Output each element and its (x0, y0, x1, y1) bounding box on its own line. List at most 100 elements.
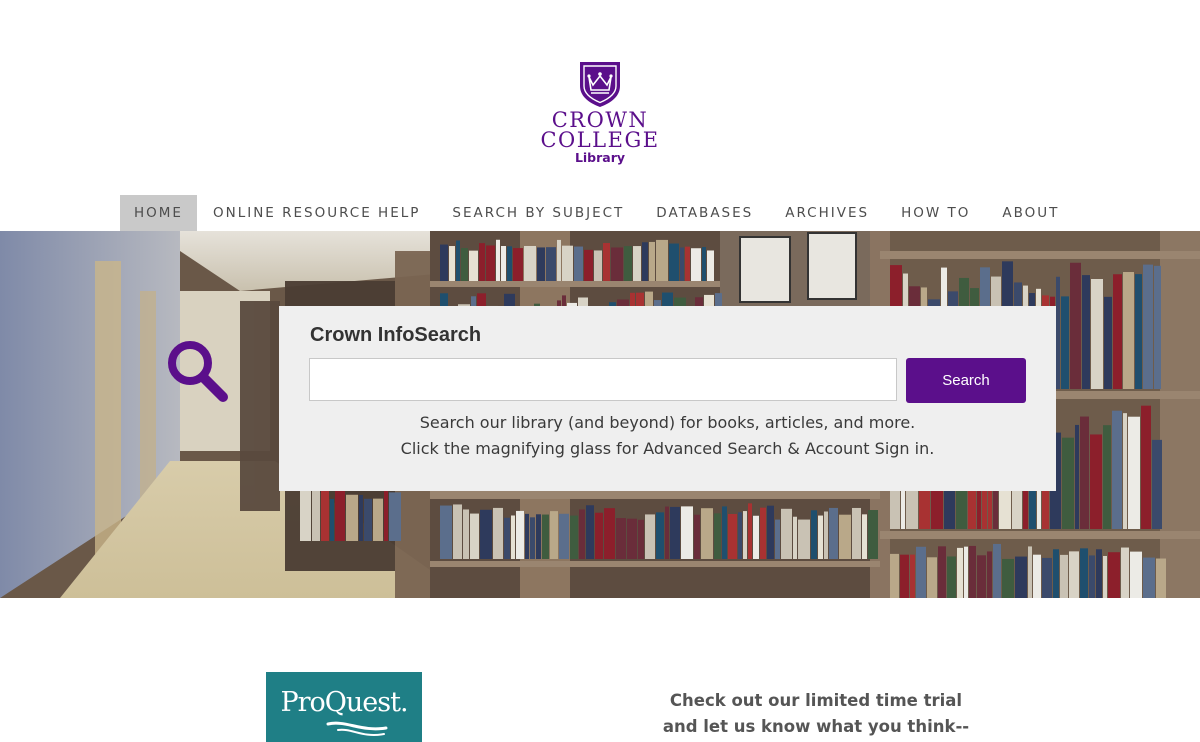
trial-message: Check out our limited time trial and let… (616, 688, 1016, 740)
book-spine (852, 507, 861, 559)
book-spine (839, 514, 851, 559)
book-spine (453, 504, 462, 559)
book-spine (364, 498, 372, 541)
book-spine (938, 546, 946, 598)
book-spine (681, 506, 693, 559)
search-panel: Crown InfoSearch Search Search our libra… (279, 306, 1056, 491)
book-spine (685, 246, 690, 281)
book-spine (1028, 546, 1032, 598)
search-input[interactable] (309, 358, 897, 401)
book-spine (496, 239, 500, 281)
book-spine (811, 510, 817, 559)
book-spine (957, 547, 963, 598)
book-spine (603, 243, 610, 281)
book-spine (748, 503, 752, 559)
book-spine (1156, 558, 1166, 598)
site-logo[interactable]: CROWN COLLEGE Library (0, 60, 1200, 165)
trial-line2: and let us know what you think-- (662, 717, 970, 736)
book-spine (927, 557, 937, 598)
book-spine (616, 518, 626, 559)
book-spine (642, 242, 648, 281)
logo-name-line2: COLLEGE (540, 128, 660, 152)
book-spine (493, 507, 503, 559)
book-spine (793, 516, 797, 559)
book-spine (550, 511, 558, 559)
nav-item-about[interactable]: ABOUT (986, 195, 1075, 231)
book-spine (738, 512, 742, 559)
book-spine (480, 509, 492, 559)
book-spine (574, 246, 583, 281)
book-spine (680, 247, 684, 281)
book-spine (760, 507, 766, 559)
book-spine (594, 250, 602, 281)
book-spine (1033, 554, 1041, 598)
book-spine (557, 239, 561, 281)
logo-sub: Library (574, 150, 626, 165)
book-spine (1061, 296, 1069, 389)
book-spine (1056, 276, 1060, 389)
book-spine (691, 248, 701, 281)
book-spine (670, 506, 680, 559)
book-spine (384, 486, 388, 541)
nav-item-how-to[interactable]: HOW TO (885, 195, 986, 231)
nav-item-archives[interactable]: ARCHIVES (769, 195, 885, 231)
main-nav: HOME ONLINE RESOURCE HELP SEARCH BY SUBJ… (120, 195, 1075, 231)
book-spine (775, 519, 780, 559)
book-spine (1143, 264, 1153, 389)
book-spine (335, 487, 345, 541)
search-desc-line2: Click the magnifying glass for Advanced … (400, 439, 935, 458)
search-button[interactable]: Search (906, 358, 1026, 403)
trial-line1: Check out our limited time trial (669, 691, 963, 710)
book-spine (900, 554, 909, 598)
book-spine (562, 245, 573, 281)
book-spine (486, 245, 495, 281)
book-spine (1080, 548, 1088, 598)
book-spine (1053, 549, 1059, 598)
nav-item-home[interactable]: HOME (120, 195, 197, 231)
book-spine (1060, 554, 1068, 598)
book-spine (1002, 558, 1014, 598)
book-spine (1130, 551, 1142, 598)
book-spine (359, 495, 363, 541)
book-spine (781, 508, 792, 559)
book-spine (456, 240, 460, 281)
book-spine (701, 508, 713, 559)
book-spine (624, 246, 632, 281)
nav-item-online-resource-help[interactable]: ONLINE RESOURCE HELP (197, 195, 436, 231)
book-spine (584, 249, 593, 281)
nav-item-search-by-subject[interactable]: SEARCH BY SUBJECT (436, 195, 640, 231)
search-title: Crown InfoSearch (310, 324, 482, 346)
book-spine (516, 510, 524, 559)
book-spine (728, 514, 737, 559)
nav-item-databases[interactable]: DATABASES (640, 195, 769, 231)
book-spine (916, 546, 926, 598)
book-spine (767, 505, 774, 559)
book-spine (537, 247, 545, 281)
book-spine (669, 243, 679, 281)
book-spine (513, 248, 523, 281)
search-desc-line1: Search our library (and beyond) for book… (419, 413, 916, 432)
book-spine (373, 498, 383, 541)
book-spine (1042, 557, 1052, 598)
book-spine (753, 515, 759, 559)
book-spine (1123, 272, 1134, 389)
book-spine (546, 247, 556, 281)
book-spine (868, 510, 878, 559)
book-spine (1089, 555, 1095, 598)
book-spine (507, 246, 512, 281)
book-spine (321, 482, 329, 541)
book-spine (559, 513, 569, 559)
magnifying-glass-icon[interactable] (166, 339, 230, 405)
book-spine (964, 546, 968, 598)
book-spine (463, 509, 469, 559)
book-spine (330, 498, 334, 541)
book-spine (633, 246, 641, 281)
book-spine (1108, 552, 1120, 598)
book-spine (570, 515, 578, 559)
book-spine (525, 513, 529, 559)
proquest-logo[interactable]: ProQuest. (266, 672, 422, 742)
book-spine (627, 518, 637, 559)
book-spine (1104, 296, 1112, 389)
book-spine (1062, 437, 1074, 529)
book-spine (1141, 405, 1151, 529)
